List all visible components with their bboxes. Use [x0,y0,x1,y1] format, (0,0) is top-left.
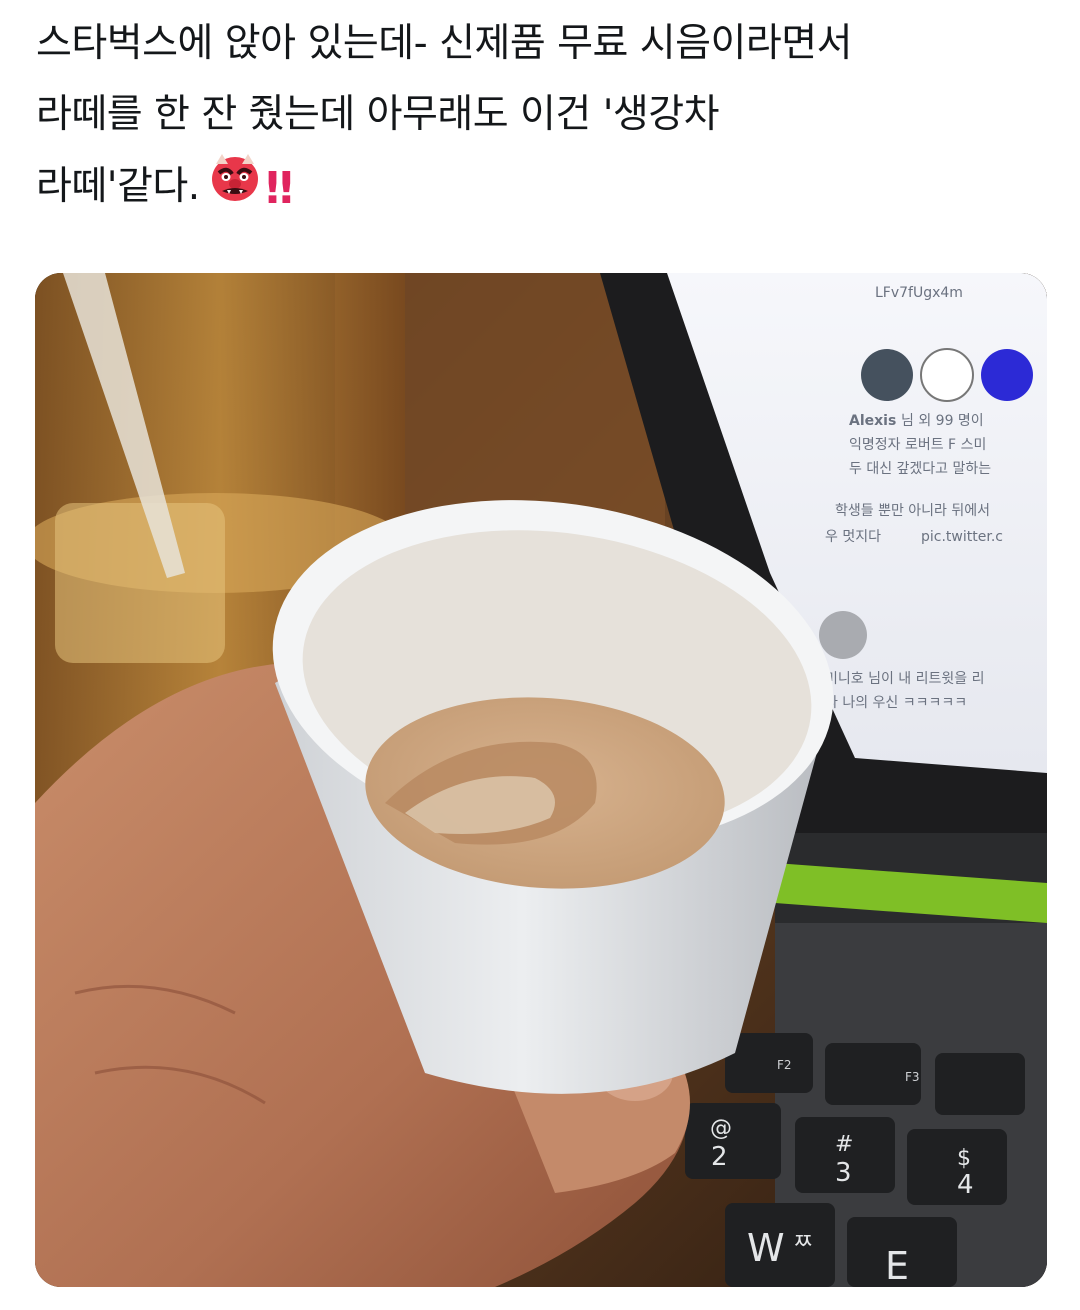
key-w: W [747,1226,785,1270]
screen-line-5: 우 멋지다 [825,529,881,545]
screen-url-text: LFv7fUgx4m [875,285,963,301]
tweet-line-2: 라떼를 한 잔 줬는데 아무래도 이건 '생강차 [36,92,720,137]
goblin-mask-icon [208,150,262,227]
key-2: 2 [711,1142,728,1172]
key-at: @ [710,1116,732,1141]
key-f3: F3 [905,1070,920,1084]
tweet-photo[interactable]: LFv7fUgx4m Alexis 님 외 99 명이 익명정자 로버트 F 스… [35,273,1047,1287]
screen-line-6: 미니호 님이 내 리트윗을 리 [825,671,984,687]
screen-avatar-2 [920,348,974,402]
screen-line-1: 님 외 99 명이 [901,413,984,429]
key-f2: F2 [777,1058,792,1072]
tweet-text: 스타벅스에 앉아 있는데- 신제품 무료 시음이라면서 라떼를 한 잔 줬는데 … [36,8,1046,227]
screen-line-2: 익명정자 로버트 F 스미 [849,437,986,453]
tweet-line-3-text: 라떼'같다. [36,164,200,209]
key-dollar: $ [957,1146,971,1171]
key-3: 3 [835,1158,852,1188]
tweet-line-3: 라떼'같다. ‼ [36,150,1046,227]
screen-line-4: 학생들 뿐만 아니라 뒤에서 [835,503,990,519]
key-hash: # [835,1132,853,1157]
screen-avatar-3 [981,349,1033,401]
screen-link-text: pic.twitter.c [921,529,1003,545]
screen-avatar-1 [861,349,913,401]
key-e: E [885,1244,909,1287]
screen-user-name: Alexis [849,413,896,429]
key-4: 4 [957,1170,974,1200]
screen-avatar-4 [819,611,867,659]
double-exclamation-icon: ‼ [265,163,293,214]
screen-line-7: 다 나의 우신 ㅋㅋㅋㅋㅋ [825,695,967,711]
tweet-line-1: 스타벅스에 앉아 있는데- 신제품 무료 시음이라면서 [36,21,853,66]
screen-line-3: 두 대신 갚겠다고 말하는 [849,461,991,477]
key-jj: ㅉ [793,1230,813,1255]
